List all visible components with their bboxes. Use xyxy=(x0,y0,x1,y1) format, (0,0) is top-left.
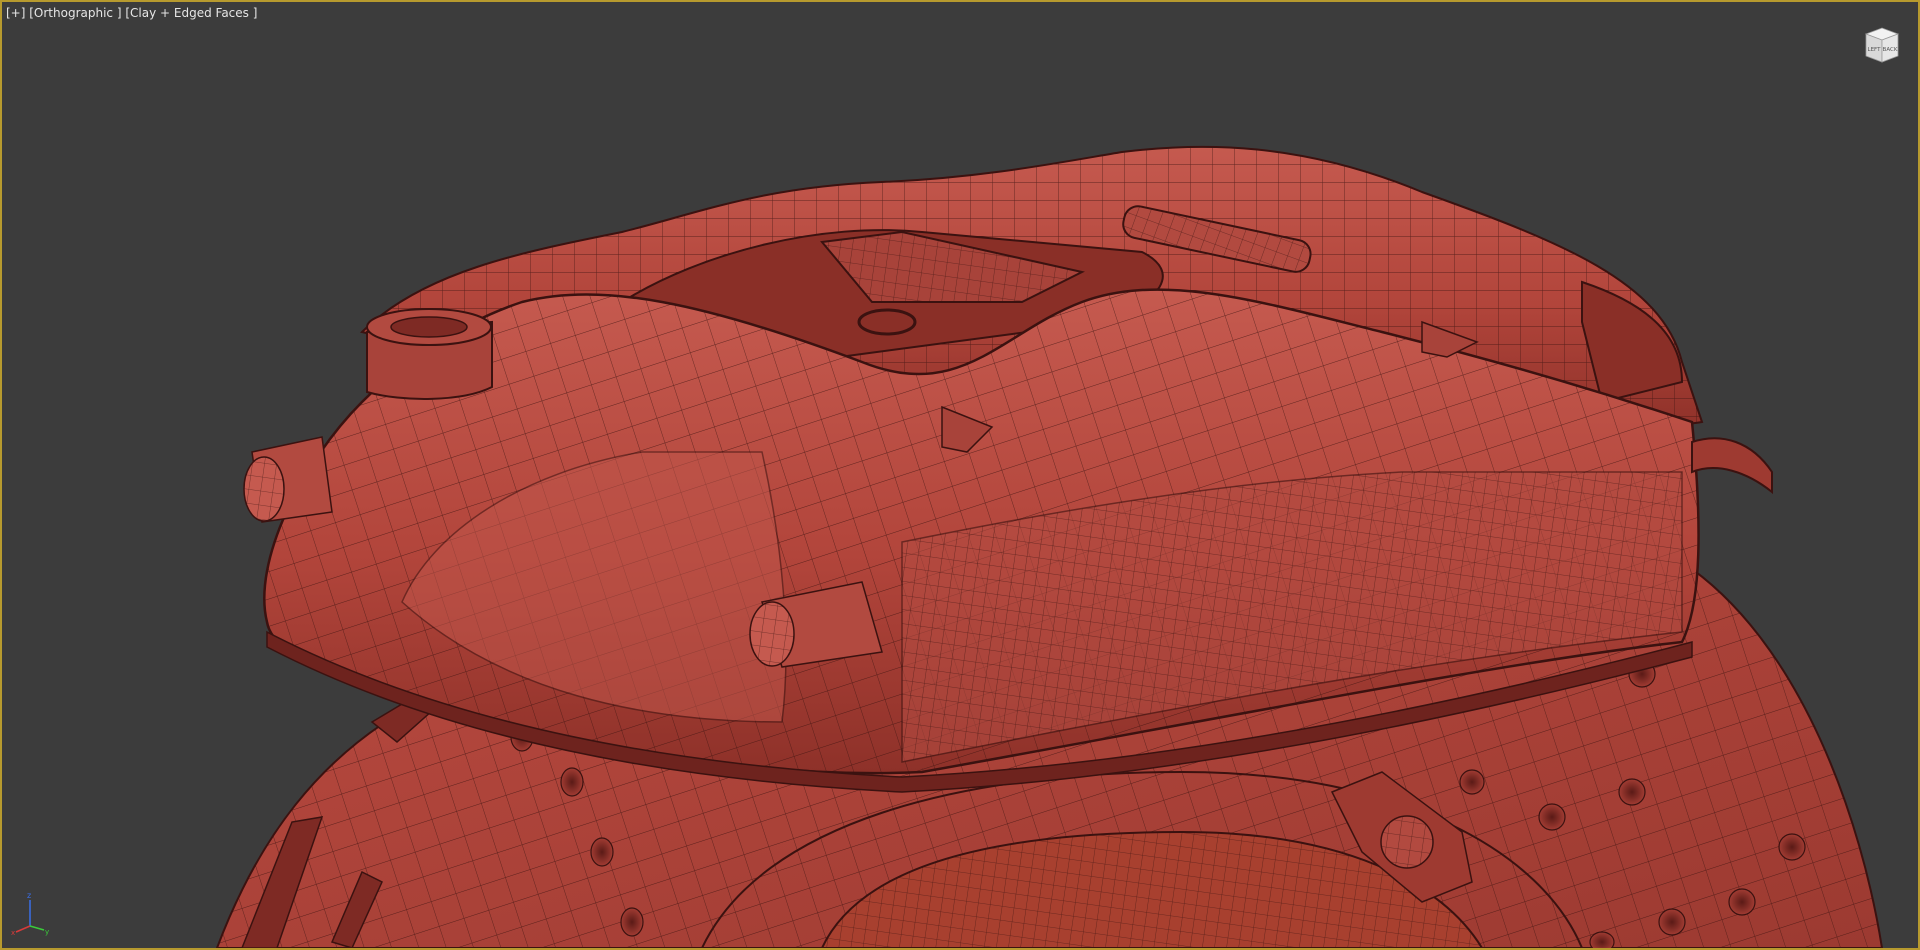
view-cube-left-face: LEFT xyxy=(1868,47,1882,53)
axis-y-label: y xyxy=(45,928,49,936)
axis-x-label: x xyxy=(11,929,15,936)
view-cube-back-face: BACK xyxy=(1883,47,1898,53)
view-mode-button[interactable]: [Orthographic ] xyxy=(29,6,121,20)
scene-render xyxy=(215,145,1884,948)
viewport[interactable]: [+] [Orthographic ] [Clay + Edged Faces … xyxy=(0,0,1920,950)
viewport-menu-button[interactable]: [+] xyxy=(6,6,25,20)
view-cube-icon[interactable]: LEFT BACK xyxy=(1860,22,1904,66)
axis-z-label: z xyxy=(27,891,31,900)
shading-mode-button[interactable]: [Clay + Edged Faces ] xyxy=(125,6,257,20)
bleed-screw-left xyxy=(243,436,333,523)
axis-gizmo-icon: z x y xyxy=(11,891,49,936)
viewport-label: [+] [Orthographic ] [Clay + Edged Faces … xyxy=(6,6,257,20)
